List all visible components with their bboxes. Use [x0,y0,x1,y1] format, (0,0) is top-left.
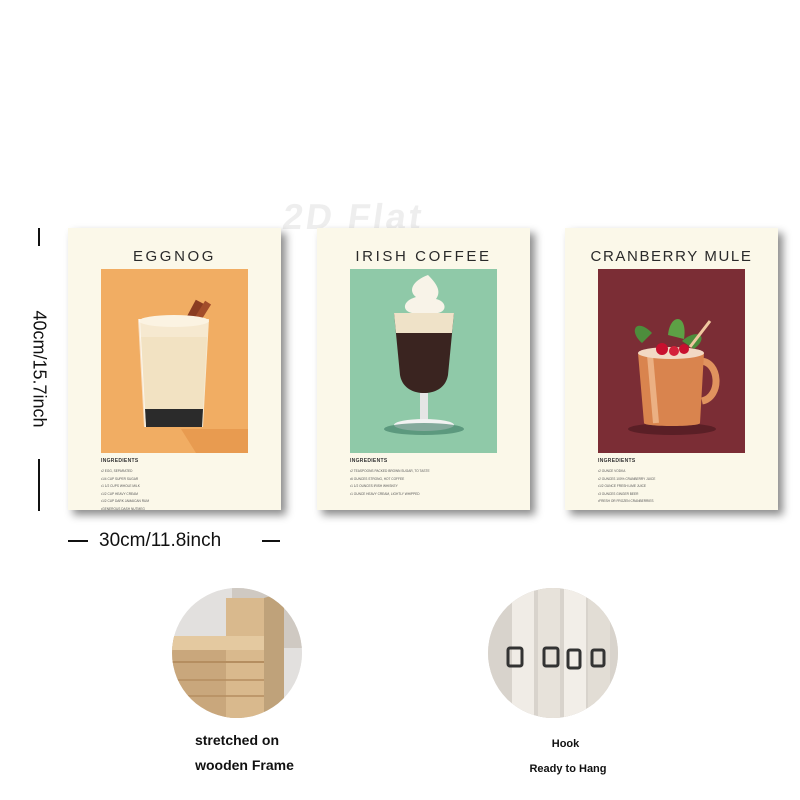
poster-irish-coffee: IRISH COFFEE INGREDIENTS 2 TEASPOONS PAC… [317,228,530,510]
wooden-frame-caption-line1: stretched on [194,732,279,748]
cranberry-mule-artwork [598,269,745,453]
list-item: GENEROUS DASH NUTMEG [101,506,149,514]
list-item: 1 1/2 OUNCES IRISH WHISKEY [350,483,430,491]
irish-coffee-artwork [350,269,497,453]
ingredients-heading: INGREDIENTS [101,458,139,464]
eggnog-glass-illustration [138,299,248,453]
list-item: FRESH OR FROZEN CRANBERRIES [598,498,655,506]
width-indicator-left [68,540,88,542]
irish-coffee-glass-illustration [384,275,464,435]
hook-caption-line1: Hook [551,738,580,750]
list-item: 1/2 CUP HEAVY CREAM [101,491,149,499]
height-indicator-bottom [38,459,40,511]
width-dimension-label: 30cm/11.8inch [99,530,222,551]
list-item: 1/2 OUNCE FRESH LIME JUICE [598,483,655,491]
hook-hardware-image [488,588,618,718]
copper-mug-illustration [628,318,720,435]
list-item: 2 OUNCES 100% CRANBERRY JUICE [598,476,655,484]
ingredients-list: 2 TEASPOONS PACKED BROWN SUGAR, TO TASTE… [350,468,430,499]
list-item: 1 OUNCE HEAVY CREAM, LIGHTLY WHIPPED [350,491,430,499]
height-indicator-top [38,228,40,246]
ingredients-list: 2 EGG, SEPARATED 1/4 CUP SUPER SUGAR 1 1… [101,468,149,514]
list-item: 2 TEASPOONS PACKED BROWN SUGAR, TO TASTE [350,468,429,476]
poster-title: CRANBERRY MULE [590,248,753,265]
wooden-frame-photo [172,588,302,718]
poster-title: EGGNOG [132,248,217,265]
hook-caption-line2: Ready to Hang [529,763,607,775]
wooden-frame-corner-image [172,588,302,718]
wooden-frame-caption-line2: wooden Frame [195,757,294,773]
list-item: 1/4 CUP SUPER SUGAR [101,476,149,484]
list-item: 1/2 CUP DARK JAMAICAN RUM [101,498,149,506]
poster-title: IRISH COFFEE [355,248,492,265]
list-item: 6 OUNCES STRONG, HOT COFFEE [350,476,430,484]
list-item: 2 OUNCE VODKA [598,468,655,476]
height-dimension-label: 40cm/15.7inch [29,310,50,428]
eggnog-artwork [101,269,248,453]
ingredients-heading: INGREDIENTS [350,458,388,464]
poster-eggnog: EGGNOG INGREDIENTS 2 EGG, SEPARATED 1/4 … [68,228,281,511]
ingredients-list: 2 OUNCE VODKA 2 OUNCES 100% CRANBERRY JU… [598,468,655,506]
list-item: 3 OUNCES GINGER BEER [598,491,655,499]
list-item: 1 1/2 CUPS WHOLE MILK [101,483,149,491]
width-indicator-right [262,540,280,542]
hook-photo [488,588,618,718]
ingredients-heading: INGREDIENTS [598,458,636,464]
poster-cranberry-mule: CRANBERRY MULE INGREDIENTS 2 OUNCE VODKA… [565,228,778,510]
list-item: 2 EGG, SEPARATED [101,468,149,476]
